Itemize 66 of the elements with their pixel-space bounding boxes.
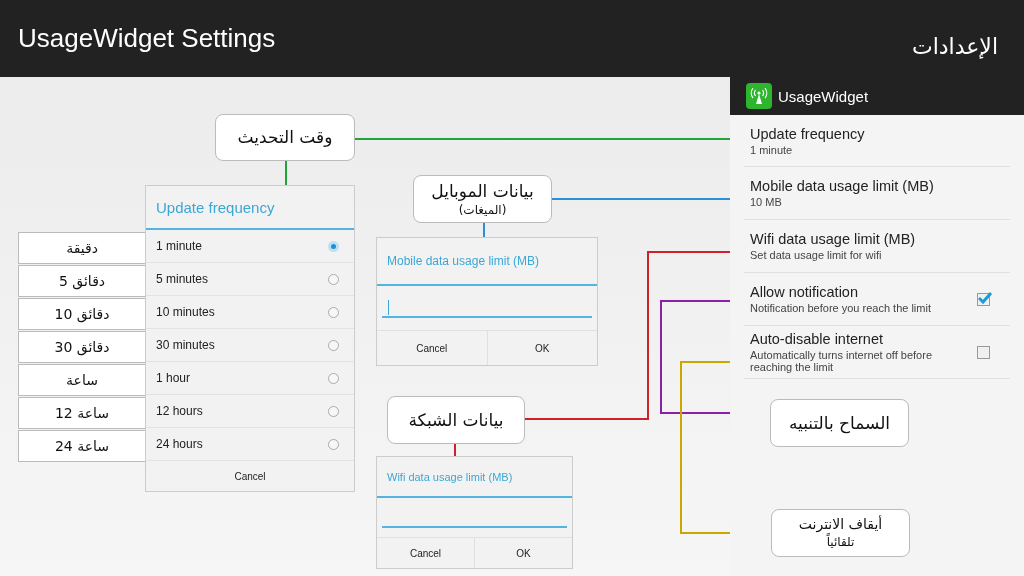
radio-icon[interactable] <box>328 372 339 384</box>
settings-row[interactable]: Auto-disable internet Automatically turns internet off before reaching the limit <box>744 326 1010 379</box>
translation-cell: 10 دقائق <box>18 298 146 330</box>
dialog-title: Wifi data usage limit (MB) <box>377 457 572 498</box>
setting-title: Allow notification <box>750 284 859 300</box>
setting-title: Update frequency <box>750 125 865 142</box>
option-label: 10 minutes <box>156 305 215 319</box>
setting-summary: 1 minute <box>750 143 794 156</box>
radio-icon[interactable] <box>328 273 339 285</box>
cancel-button[interactable]: Cancel <box>377 538 475 568</box>
ok-button[interactable]: OK <box>475 538 572 568</box>
option-row[interactable]: 5 minutes <box>146 263 354 296</box>
option-row[interactable]: 10 minutes <box>146 296 354 329</box>
option-row[interactable]: 12 hours <box>146 395 354 428</box>
setting-title: Mobile data usage limit (MB) <box>750 178 934 194</box>
settings-row[interactable]: Allow notification Notification before you reach the limit <box>744 273 1010 326</box>
radio-icon[interactable] <box>328 339 339 351</box>
antenna-icon <box>746 83 772 109</box>
slide-subtitle: الإعدادات <box>911 34 998 59</box>
radio-icon[interactable] <box>328 405 339 417</box>
callout-text: أيقاف الانترنت <box>798 515 883 534</box>
callout-subtext: (الميغات) <box>458 201 507 219</box>
option-label: 1 minute <box>156 239 203 253</box>
option-row[interactable]: 24 hours <box>146 428 354 461</box>
settings-row[interactable]: Wifi data usage limit (MB) Set data usage limit for wifi <box>744 220 1010 273</box>
option-label: 12 hours <box>156 404 203 418</box>
text-cursor <box>388 299 389 315</box>
option-row[interactable]: 1 minute <box>146 230 354 263</box>
cancel-button[interactable]: Cancel <box>377 331 488 365</box>
input-field[interactable] <box>382 298 592 318</box>
option-label: 30 minutes <box>156 338 215 352</box>
option-row[interactable]: 1 hour <box>146 362 354 395</box>
setting-summary: Set data usage limit for wifi <box>750 249 883 261</box>
option-row[interactable]: 30 minutes <box>146 329 354 362</box>
dialog-title: Update frequency <box>146 186 354 230</box>
checkbox[interactable] <box>977 345 990 359</box>
option-label: 24 hours <box>156 437 203 451</box>
app-title: UsageWidget <box>778 87 869 105</box>
callout-subtext: تلقائياً <box>826 534 855 551</box>
setting-summary: 10 MB <box>750 196 783 208</box>
translation-cell: دقيقة <box>18 232 146 264</box>
radio-selected-icon[interactable] <box>328 240 339 252</box>
translation-cell: ساعة <box>18 364 146 396</box>
translation-cell: 12 ساعة <box>18 397 146 429</box>
checkbox-checked[interactable] <box>977 292 990 306</box>
callout-text: وقت التحديث <box>237 126 333 149</box>
settings-row[interactable]: Mobile data usage limit (MB) 10 MB <box>744 167 1010 220</box>
setting-title: Wifi data usage limit (MB) <box>750 231 916 247</box>
callout-text: بيانات الموبايل <box>431 179 534 202</box>
setting-summary: Automatically turns internet off before reaching the limit <box>750 349 933 373</box>
cancel-button[interactable]: Cancel <box>146 461 354 491</box>
slide-title: UsageWidget Settings <box>18 23 276 54</box>
setting-summary: Notification before you reach the limit <box>750 302 931 314</box>
translation-cell: 5 دقائق <box>18 265 146 297</box>
translation-cell: 30 دقائق <box>18 331 146 363</box>
option-label: 1 hour <box>156 371 191 385</box>
setting-title: Auto-disable internet <box>750 331 884 347</box>
option-label: 5 minutes <box>156 272 209 286</box>
ok-button[interactable]: OK <box>487 331 597 365</box>
callout-text: السماح بالتنبيه <box>788 411 891 435</box>
translation-cell: 24 ساعة <box>18 430 146 462</box>
radio-icon[interactable] <box>328 438 339 450</box>
callout-text: بيانات الشبكة <box>408 408 504 432</box>
dialog-title: Mobile data usage limit (MB) <box>377 238 597 286</box>
settings-row[interactable]: Update frequency 1 minute <box>744 115 1010 167</box>
radio-icon[interactable] <box>328 306 339 318</box>
